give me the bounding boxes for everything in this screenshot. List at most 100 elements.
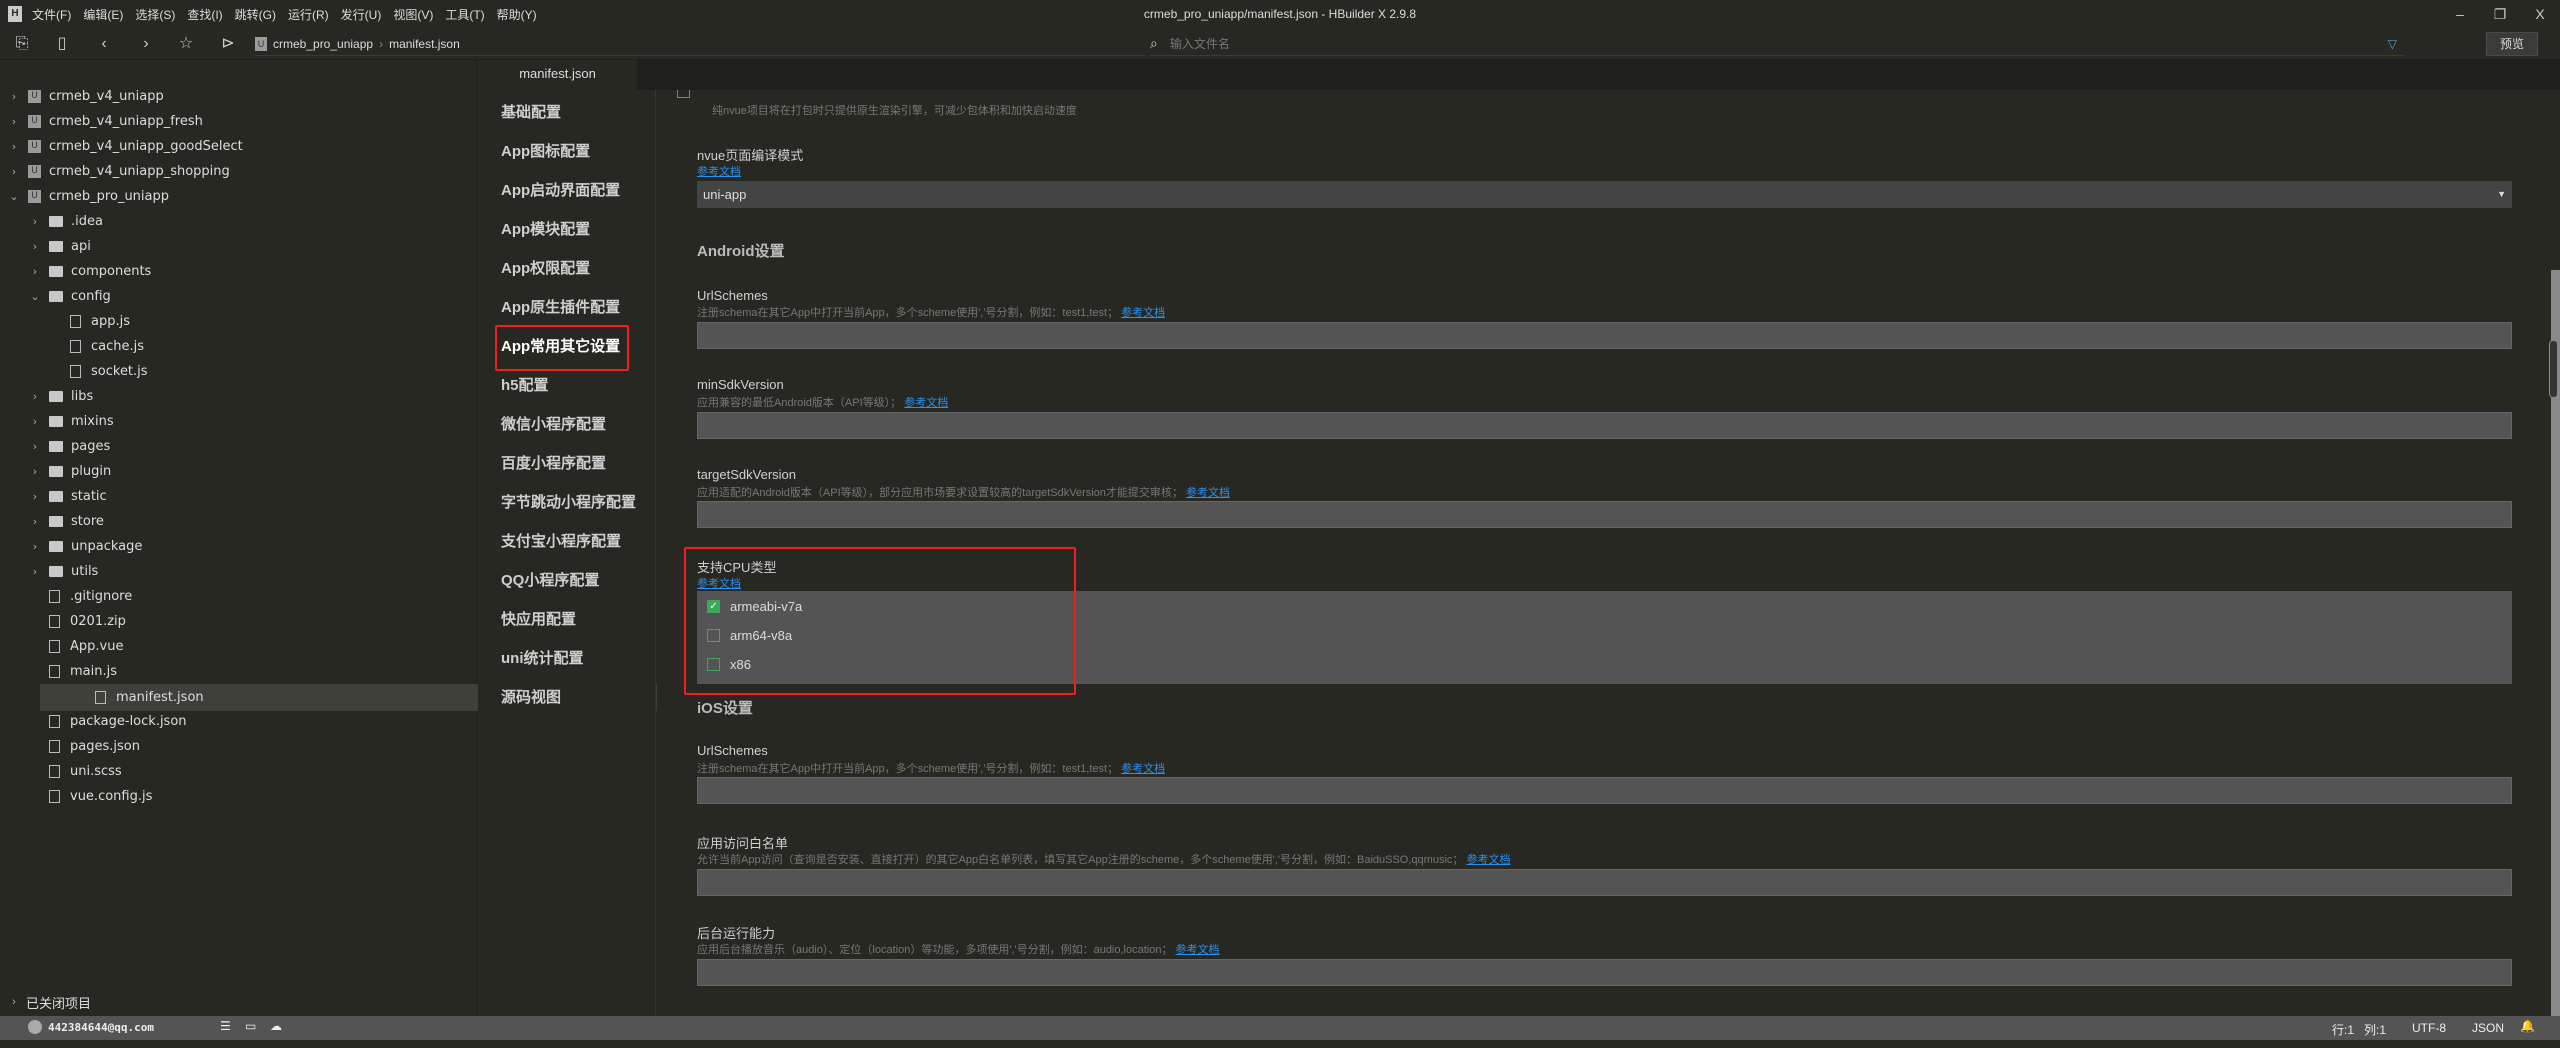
minimize-button[interactable]: – (2440, 0, 2480, 28)
user-account[interactable]: 442384644@qq.com (48, 1021, 154, 1034)
min-sdk-input[interactable] (697, 412, 2512, 439)
filter-icon[interactable]: ▽ (2388, 37, 2397, 51)
android-urlschemes-doc-link[interactable]: 参考文档 (1121, 307, 1165, 319)
language-mode[interactable]: JSON (2472, 1021, 2504, 1035)
tree-item[interactable]: › unpackage (0, 534, 476, 559)
menu-item[interactable]: 跳转(G) (235, 6, 276, 23)
nav-item[interactable]: App原生插件配置 (501, 296, 620, 320)
tree-item-label: uni.scss (70, 764, 122, 779)
breadcrumb-project[interactable]: crmeb_pro_uniapp (273, 37, 373, 51)
tree-item[interactable]: vue.config.js (0, 784, 476, 809)
menu-item[interactable]: 帮助(Y) (497, 6, 537, 23)
nav-item[interactable]: App图标配置 (501, 140, 590, 164)
scroll-minimap[interactable] (2549, 340, 2558, 398)
tree-item[interactable]: pages.json (0, 734, 476, 759)
nav-item[interactable]: App权限配置 (501, 257, 590, 281)
tree-item[interactable]: › plugin (0, 459, 476, 484)
tree-item[interactable]: › Ucrmeb_v4_uniapp_fresh (0, 109, 476, 134)
close-button[interactable]: X (2520, 0, 2560, 28)
menu-item[interactable]: 编辑(E) (83, 6, 123, 23)
encoding[interactable]: UTF-8 (2412, 1021, 2446, 1035)
android-urlschemes-input[interactable] (697, 322, 2512, 349)
nav-item[interactable]: uni统计配置 (501, 647, 584, 671)
menu-item[interactable]: 工具(T) (445, 6, 484, 23)
nav-item[interactable]: 字节跳动小程序配置 (501, 491, 636, 515)
breadcrumb: U crmeb_pro_uniapp › manifest.json (255, 32, 1145, 56)
tree-item[interactable]: ⌄ config (0, 284, 476, 309)
tree-item-label: store (71, 514, 104, 529)
bell-icon[interactable]: 🔔 (2520, 1019, 2535, 1033)
tree-item[interactable]: › .idea (0, 209, 476, 234)
menu-item[interactable]: 视图(V) (393, 6, 433, 23)
ios-urlschemes-doc-link[interactable]: 参考文档 (1121, 763, 1165, 775)
menu-item[interactable]: 查找(I) (187, 6, 222, 23)
tree-item[interactable]: socket.js (0, 359, 476, 384)
tree-item[interactable]: .gitignore (0, 584, 476, 609)
tree-item[interactable]: › Ucrmeb_v4_uniapp_shopping (0, 159, 476, 184)
nav-item[interactable]: 源码视图 (501, 686, 561, 710)
nav-item[interactable]: App模块配置 (501, 218, 590, 242)
list-icon[interactable]: ☰ (220, 1019, 231, 1033)
nvue-mode-select[interactable]: uni-app ▼ (697, 181, 2512, 208)
target-sdk-input[interactable] (697, 501, 2512, 528)
tree-item[interactable]: App.vue (0, 634, 476, 659)
tree-item[interactable]: › mixins (0, 409, 476, 434)
user-avatar-icon[interactable] (28, 1020, 42, 1034)
min-sdk-doc-link[interactable]: 参考文档 (904, 397, 948, 409)
menu-item[interactable]: 文件(F) (32, 6, 71, 23)
tree-item[interactable]: package-lock.json (0, 709, 476, 734)
menu-item[interactable]: 选择(S) (135, 6, 175, 23)
nav-item[interactable]: App启动界面配置 (501, 179, 620, 203)
back-icon[interactable]: ‹ (94, 34, 114, 54)
terminal-icon[interactable]: ▭ (245, 1019, 256, 1033)
nvue-only-checkbox[interactable] (677, 90, 690, 98)
tree-item[interactable]: 0201.zip (0, 609, 476, 634)
nav-item[interactable]: 基础配置 (501, 101, 561, 125)
run-icon[interactable]: ⊳ (218, 34, 238, 54)
nvue-mode-doc-link[interactable]: 参考文档 (697, 166, 741, 178)
whitelist-input[interactable] (697, 869, 2512, 896)
tree-item[interactable]: › pages (0, 434, 476, 459)
menu-item[interactable]: 发行(U) (341, 6, 382, 23)
closed-projects[interactable]: › 已关闭项目 (0, 990, 477, 1014)
whitelist-doc-link[interactable]: 参考文档 (1466, 854, 1510, 866)
save-icon[interactable]: ▯ (52, 34, 72, 54)
status-bar: 442384644@qq.com ☰ ▭ ☁ 行:1 列:1 UTF-8 JSO… (0, 1016, 2560, 1040)
tree-item[interactable]: cache.js (0, 334, 476, 359)
nav-item[interactable]: 百度小程序配置 (501, 452, 606, 476)
maximize-button[interactable]: ❐ (2480, 0, 2520, 28)
tree-item[interactable]: app.js (0, 309, 476, 334)
tree-item[interactable]: › Ucrmeb_v4_uniapp_goodSelect (0, 134, 476, 159)
tree-item[interactable]: › Ucrmeb_v4_uniapp (0, 84, 476, 109)
tree-item-label: crmeb_pro_uniapp (49, 189, 170, 204)
tree-item[interactable]: › static (0, 484, 476, 509)
nav-item[interactable]: 微信小程序配置 (501, 413, 606, 437)
nav-item[interactable]: h5配置 (501, 374, 549, 398)
new-file-icon[interactable]: ⎘ (12, 34, 32, 54)
tree-item[interactable]: › store (0, 509, 476, 534)
background-modes-input[interactable] (697, 959, 2512, 986)
tree-item[interactable]: › components (0, 259, 476, 284)
tree-item[interactable]: uni.scss (0, 759, 476, 784)
cursor-line: 行:1 (2332, 1023, 2355, 1037)
file-search-input[interactable] (1169, 36, 1770, 51)
preview-button[interactable]: 预览 (2486, 32, 2538, 56)
whitelist-label: 应用访问白名单 (697, 836, 789, 851)
breadcrumb-file[interactable]: manifest.json (389, 37, 460, 51)
tab-manifest-json[interactable]: manifest.json (478, 60, 637, 90)
tree-item[interactable]: › utils (0, 559, 476, 584)
menu-item[interactable]: 运行(R) (288, 6, 329, 23)
nav-item[interactable]: 快应用配置 (501, 608, 576, 632)
target-sdk-doc-link[interactable]: 参考文档 (1186, 487, 1230, 499)
nav-item[interactable]: 支付宝小程序配置 (501, 530, 621, 554)
background-modes-doc-link[interactable]: 参考文档 (1176, 944, 1220, 956)
tree-item[interactable]: ⌄ Ucrmeb_pro_uniapp (0, 184, 476, 209)
tree-item[interactable]: main.js (0, 659, 476, 684)
nav-item[interactable]: QQ小程序配置 (501, 569, 599, 593)
forward-icon[interactable]: › (136, 34, 156, 54)
star-icon[interactable]: ☆ (176, 34, 196, 54)
tree-item[interactable]: › libs (0, 384, 476, 409)
cloud-icon[interactable]: ☁ (270, 1019, 282, 1033)
ios-urlschemes-input[interactable] (697, 777, 2512, 804)
tree-item[interactable]: › api (0, 234, 476, 259)
